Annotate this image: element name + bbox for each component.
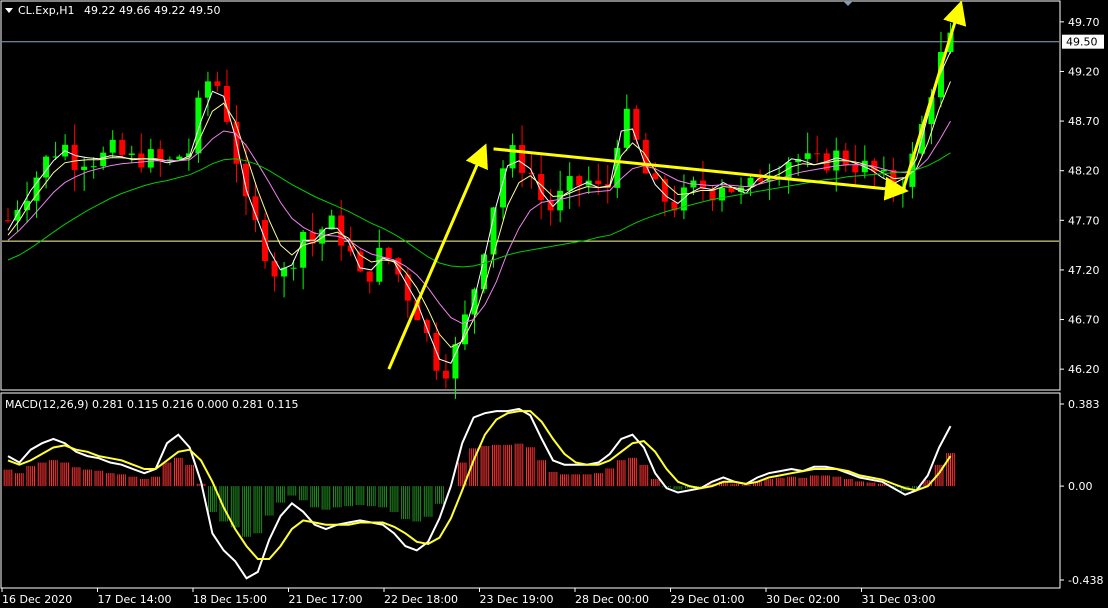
time-tick-label: 29 Dec 01:00 <box>671 593 745 606</box>
price-tick-label: 48.70 <box>1068 115 1100 128</box>
current-price-marker: 49.50 <box>1062 34 1104 49</box>
macd-tick-label: 0.00 <box>1068 480 1093 493</box>
candle-bear <box>814 153 821 155</box>
candle-bear <box>71 144 78 170</box>
time-tick-label: 22 Dec 18:00 <box>384 593 458 606</box>
time-tick-label: 18 Dec 15:00 <box>193 593 267 606</box>
macd-header-label: MACD(12,26,9) 0.281 0.115 0.216 0.000 0.… <box>5 398 298 411</box>
ohlc-label: 49.22 49.66 49.22 49.50 <box>84 4 220 17</box>
candle-bear <box>528 172 535 175</box>
price-tick-label: 49.70 <box>1068 16 1100 29</box>
candle-bear <box>5 220 11 222</box>
time-tick-label: 16 Dec 2020 <box>2 593 72 606</box>
candle-bull <box>300 231 307 268</box>
candle-bear <box>157 149 164 161</box>
macd-tick-label: 0.383 <box>1068 398 1100 411</box>
current-price-label: 49.50 <box>1066 36 1098 49</box>
candle-bull <box>804 153 811 159</box>
candle-bull <box>90 166 97 168</box>
candle-bull <box>290 267 297 269</box>
candle-bear <box>385 247 392 259</box>
candle-bull <box>376 247 383 282</box>
symbol-label: CL.Exp,H1 <box>18 4 75 17</box>
candle-bear <box>652 173 659 180</box>
candle-bear <box>852 165 859 173</box>
candle-bear <box>595 180 602 185</box>
time-tick-label: 30 Dec 02:00 <box>766 593 840 606</box>
candle-bull <box>566 176 573 191</box>
candle-bear <box>519 145 526 173</box>
price-tick-label: 47.20 <box>1068 264 1100 277</box>
candle-bear <box>842 150 849 166</box>
time-tick-label: 17 Dec 14:00 <box>98 593 172 606</box>
time-tick-label: 31 Dec 03:00 <box>862 593 936 606</box>
time-tick-label: 23 Dec 19:00 <box>480 593 554 606</box>
candle-bear <box>138 153 145 168</box>
candle-bear <box>366 271 373 282</box>
candle-bull <box>81 166 88 170</box>
chart-canvas: 49.70 49.20 48.70 48.20 47.70 47.20 46.70 46.20… <box>0 0 1108 608</box>
time-tick-label: 28 Dec 00:00 <box>575 593 649 606</box>
price-tick-label: 49.20 <box>1068 65 1100 78</box>
price-tick-label: 48.20 <box>1068 165 1100 178</box>
price-tick-label: 46.20 <box>1068 363 1100 376</box>
price-tick-label: 46.70 <box>1068 314 1100 327</box>
price-tick-label: 47.70 <box>1068 214 1100 227</box>
macd-tick-label: -0.438 <box>1068 574 1103 587</box>
candle-bull <box>204 81 211 98</box>
candle-bull <box>623 108 630 148</box>
candle-bull <box>166 159 173 161</box>
candle-bear <box>214 81 221 86</box>
candle-bear <box>442 370 449 379</box>
candle-bear <box>728 188 735 192</box>
candle-bull <box>614 147 621 188</box>
candle-bull <box>14 210 21 221</box>
candle-bull <box>328 215 335 230</box>
candle-bear <box>576 176 583 186</box>
time-tick-label: 21 Dec 17:00 <box>289 593 363 606</box>
candle-bear <box>119 139 126 155</box>
candle-bull <box>109 139 116 153</box>
candle-bull <box>128 153 135 155</box>
